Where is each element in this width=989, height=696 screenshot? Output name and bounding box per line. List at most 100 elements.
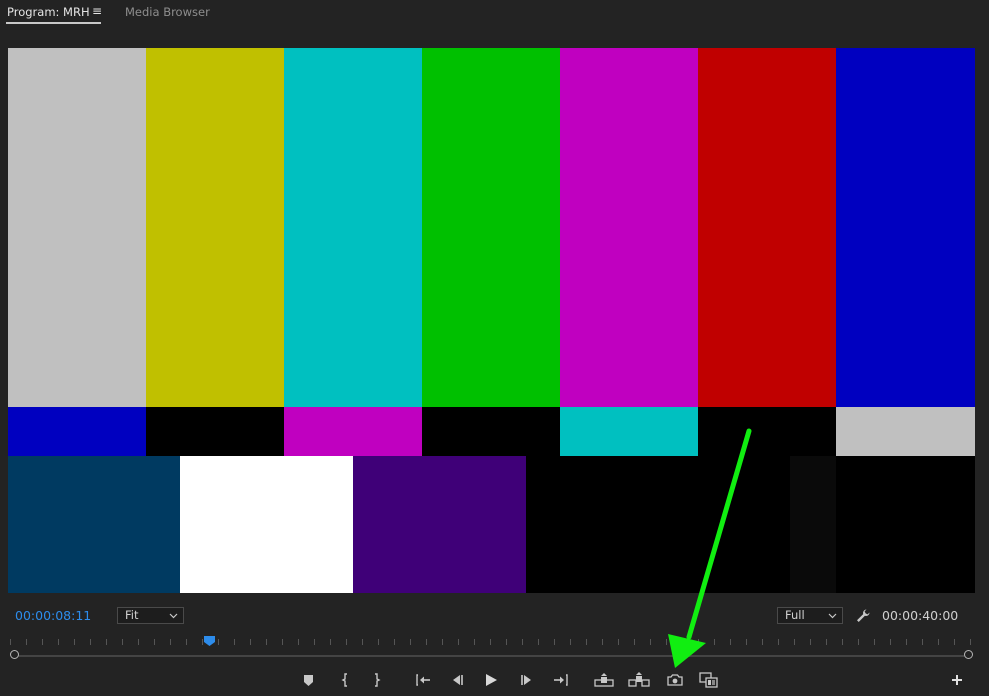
castellation-gray	[836, 407, 975, 456]
step-back-icon	[453, 675, 463, 685]
button-editor-button[interactable]	[948, 671, 966, 689]
ruler-tick	[522, 639, 523, 645]
ruler-tick	[474, 639, 475, 645]
comparison-view-button[interactable]	[699, 671, 719, 689]
sequence-duration-timecode: 00:00:40:00	[882, 608, 959, 623]
castellation-cyan	[560, 407, 698, 456]
ruler-tick	[826, 639, 827, 645]
chevron-down-icon	[169, 613, 178, 619]
ruler-tick	[426, 639, 427, 645]
ruler-tick	[714, 639, 715, 645]
castellation-black	[422, 407, 560, 456]
color-bar-gray	[8, 48, 146, 407]
ruler-tick	[810, 639, 811, 645]
button-editor-plus-icon	[952, 675, 962, 685]
go-to-out-button[interactable]	[552, 671, 570, 689]
ruler-tick	[666, 639, 667, 645]
ruler-tick	[282, 639, 283, 645]
step-back-button[interactable]	[448, 671, 466, 689]
ruler-tick	[586, 639, 587, 645]
add-marker-button[interactable]	[300, 671, 318, 689]
ruler-tick	[794, 639, 795, 645]
wrench-icon[interactable]	[855, 608, 871, 624]
castellation-magenta	[284, 407, 422, 456]
ruler-tick	[442, 639, 443, 645]
program-monitor-viewer[interactable]	[8, 48, 975, 593]
ruler-tick	[90, 639, 91, 645]
tab-media-browser[interactable]: Media Browser	[125, 5, 210, 19]
pluge-white	[180, 456, 353, 593]
ruler-tick	[186, 639, 187, 645]
castellation-black	[146, 407, 284, 456]
mark-in-button[interactable]	[336, 671, 354, 689]
ruler-tick	[906, 639, 907, 645]
pluge-minus-i	[8, 456, 180, 593]
ruler-tick	[298, 639, 299, 645]
pluge-plus-q	[353, 456, 526, 593]
zoom-level-value: Fit	[125, 608, 139, 622]
ruler-tick	[378, 639, 379, 645]
color-bar-cyan	[284, 48, 422, 407]
zoom-scroll-handle-right[interactable]	[964, 650, 973, 659]
lift-button[interactable]	[594, 671, 614, 689]
ruler-tick	[394, 639, 395, 645]
ruler-tick	[970, 639, 971, 645]
ruler-tick	[266, 639, 267, 645]
zoom-scroll-handle-left[interactable]	[10, 650, 19, 659]
go-to-in-icon	[416, 674, 430, 686]
ruler-tick	[778, 639, 779, 645]
time-ruler[interactable]	[10, 636, 971, 646]
step-forward-button[interactable]	[518, 671, 536, 689]
ruler-tick	[58, 639, 59, 645]
extract-icon	[628, 672, 650, 687]
ruler-tick	[618, 639, 619, 645]
color-bar-red	[698, 48, 836, 407]
zoom-level-dropdown[interactable]: Fit	[117, 607, 184, 624]
color-bar-blue	[836, 48, 975, 407]
ruler-tick	[218, 639, 219, 645]
ruler-tick	[954, 639, 955, 645]
playback-resolution-value: Full	[785, 608, 805, 622]
add-marker-icon	[304, 675, 313, 686]
ruler-tick	[922, 639, 923, 645]
tab-program-monitor[interactable]: Program: MRH	[7, 5, 90, 19]
play-icon	[486, 674, 497, 686]
extract-button[interactable]	[628, 671, 650, 689]
ruler-tick	[858, 639, 859, 645]
ruler-tick	[122, 639, 123, 645]
ruler-tick	[138, 639, 139, 645]
mark-out-button[interactable]	[368, 671, 386, 689]
ruler-tick	[938, 639, 939, 645]
color-bar-yellow	[146, 48, 284, 407]
ruler-tick	[842, 639, 843, 645]
play-button[interactable]	[482, 671, 500, 689]
step-forward-icon	[521, 675, 531, 685]
panel-tab-bar: Program: MRH ≡ Media Browser	[0, 0, 989, 30]
pluge-near-black	[790, 456, 836, 593]
ruler-tick	[42, 639, 43, 645]
castellation-black	[698, 407, 836, 456]
zoom-scroll-bar[interactable]	[15, 655, 969, 657]
lift-icon	[594, 673, 614, 687]
hamburger-menu-icon[interactable]: ≡	[92, 4, 102, 18]
pluge-black-right	[836, 456, 975, 593]
castellation-blue	[8, 407, 146, 456]
mark-in-icon	[341, 673, 347, 687]
ruler-tick	[154, 639, 155, 645]
ruler-tick	[762, 639, 763, 645]
ruler-tick	[74, 639, 75, 645]
mark-out-icon	[375, 673, 381, 687]
playback-resolution-dropdown[interactable]: Full	[777, 607, 843, 624]
ruler-tick	[26, 639, 27, 645]
go-to-out-icon	[554, 674, 568, 686]
ruler-tick	[538, 639, 539, 645]
ruler-tick	[490, 639, 491, 645]
chevron-down-icon	[828, 613, 837, 619]
ruler-tick	[106, 639, 107, 645]
ruler-tick	[458, 639, 459, 645]
playhead-timecode[interactable]: 00:00:08:11	[15, 608, 91, 623]
export-frame-button[interactable]	[666, 671, 684, 689]
go-to-in-button[interactable]	[414, 671, 432, 689]
playhead-marker-icon[interactable]	[204, 636, 215, 646]
color-bar-green	[422, 48, 560, 407]
